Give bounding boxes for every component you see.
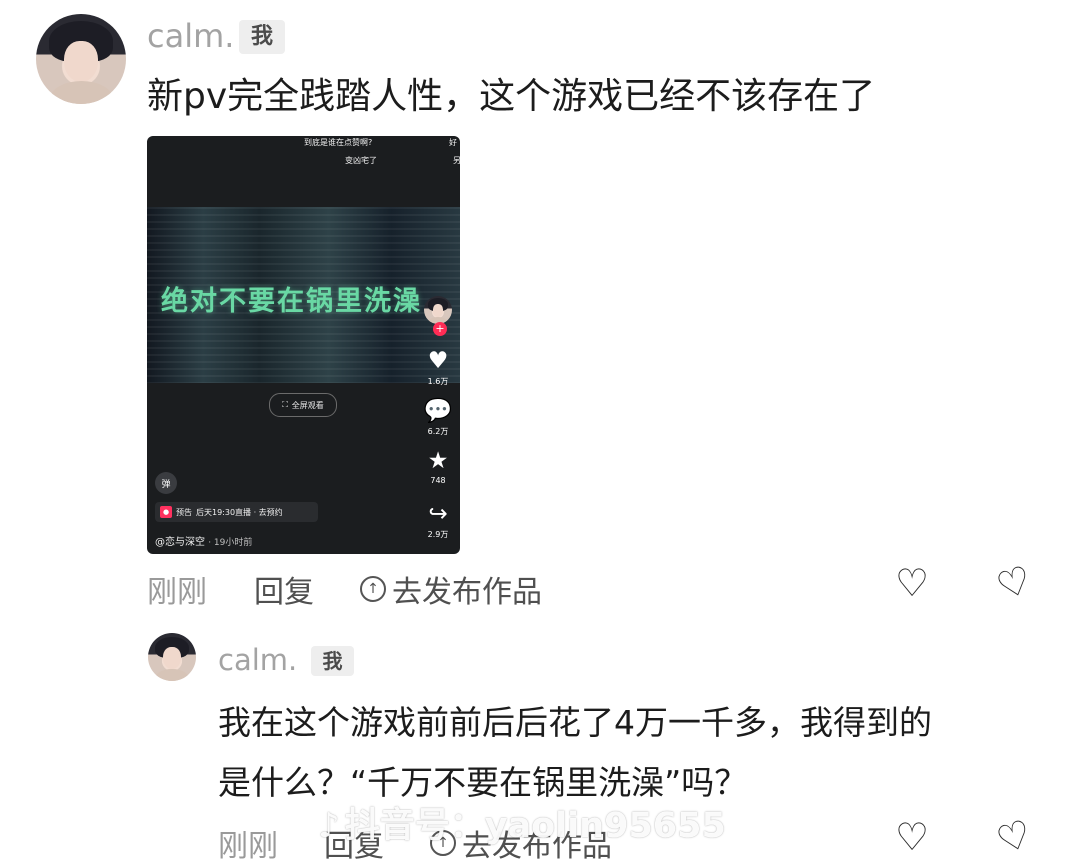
top-comment: 变凶宅了 [345,156,377,165]
avatar-face [432,304,444,317]
reply-button[interactable]: 回复 [254,567,314,611]
like-button[interactable]: ♡ [895,564,929,602]
broken-heart-icon: ♡ [991,810,1038,864]
comment-time: 刚刚 [147,575,207,610]
fullscreen-label: 全屏观看 [291,400,324,410]
comments-count: 6.2万 [427,427,449,436]
video-title-band: 绝对不要在锅里洗澡 [147,207,460,383]
shares-count: 2.9万 [427,530,449,539]
star-icon: ★ [427,448,449,474]
video-thumbnail[interactable]: 到底是谁在点赞啊? 变凶宅了 好 另 绝对不要在锅里洗澡 + ♥ 1.6万 💬 … [147,136,460,554]
author-line[interactable]: @恋与深空 · 19小时前 [155,533,252,548]
music-note-icon: ♪ [318,806,340,846]
user-avatar[interactable] [36,14,126,104]
heart-icon: ♥ [427,348,449,374]
dislike-button[interactable]: ♡ [991,811,1037,863]
avatar-face [162,647,182,669]
avatar-face [63,41,99,82]
top-comment: 到底是谁在点赞啊? [304,138,373,147]
author-avatar[interactable] [424,296,452,324]
likes-count: 1.6万 [427,377,449,386]
comment-text: 新pv完全践踏人性，这个游戏已经不该存在了 [147,76,876,117]
avatar-body [49,80,113,104]
avatar-body [155,668,189,681]
fullscreen-icon: ⛶ [282,400,288,409]
favorite-action[interactable]: ★ 748 [420,448,456,486]
watermark-text: 抖音号：yaolin95655 [344,806,726,846]
follow-plus-icon[interactable]: + [433,322,447,336]
author-time: · 19小时前 [208,538,253,548]
username[interactable]: calm. [147,17,234,55]
share-action[interactable]: ↪ 2.9万 [420,503,456,540]
username[interactable]: calm. [218,643,297,677]
like-action[interactable]: ♥ 1.6万 [420,350,456,387]
camera-icon: ● [160,506,172,518]
me-tag: 我 [239,20,285,54]
comment-action[interactable]: 💬 6.2万 [420,400,456,437]
me-tag: 我 [311,646,354,676]
comment-time: 刚刚 [218,829,278,864]
publish-label: 去发布作品 [392,575,542,610]
bullet-comment-button[interactable]: 弹 [155,472,177,494]
live-preview[interactable]: ● 预告 后天19:30直播 · 去预约 [155,502,318,522]
heart-icon: ♡ [895,815,930,859]
comment-bubble-icon: 💬 [423,398,453,424]
video-title: 绝对不要在锅里洗澡 [161,286,422,317]
side-comment: 好 [449,138,457,147]
share-arrow-icon: ↪ [428,501,448,527]
publish-button[interactable]: ↑ 去发布作品 [360,567,542,611]
author-name: @恋与深空 [155,537,205,548]
live-text: 后天19:30直播 · 去预约 [196,507,283,517]
heart-icon: ♡ [895,561,930,605]
dislike-button[interactable]: ♡ [991,557,1037,609]
favorites-count: 748 [430,476,446,485]
side-comment: 另 [453,156,460,165]
fullscreen-button[interactable]: ⛶ 全屏观看 [269,393,337,417]
like-button[interactable]: ♡ [895,818,929,856]
comment-text-line-1: 我在这个游戏前前后后花了4万一千多，我得到的 [218,703,932,742]
bullet-comment-label: 弹 [161,479,171,490]
live-tag: 预告 [176,507,192,517]
up-arrow-circle-icon: ↑ [360,576,386,602]
user-avatar[interactable] [148,633,196,681]
broken-heart-icon: ♡ [991,556,1038,610]
watermark: ♪ 抖音号：yaolin95655 [318,797,726,848]
